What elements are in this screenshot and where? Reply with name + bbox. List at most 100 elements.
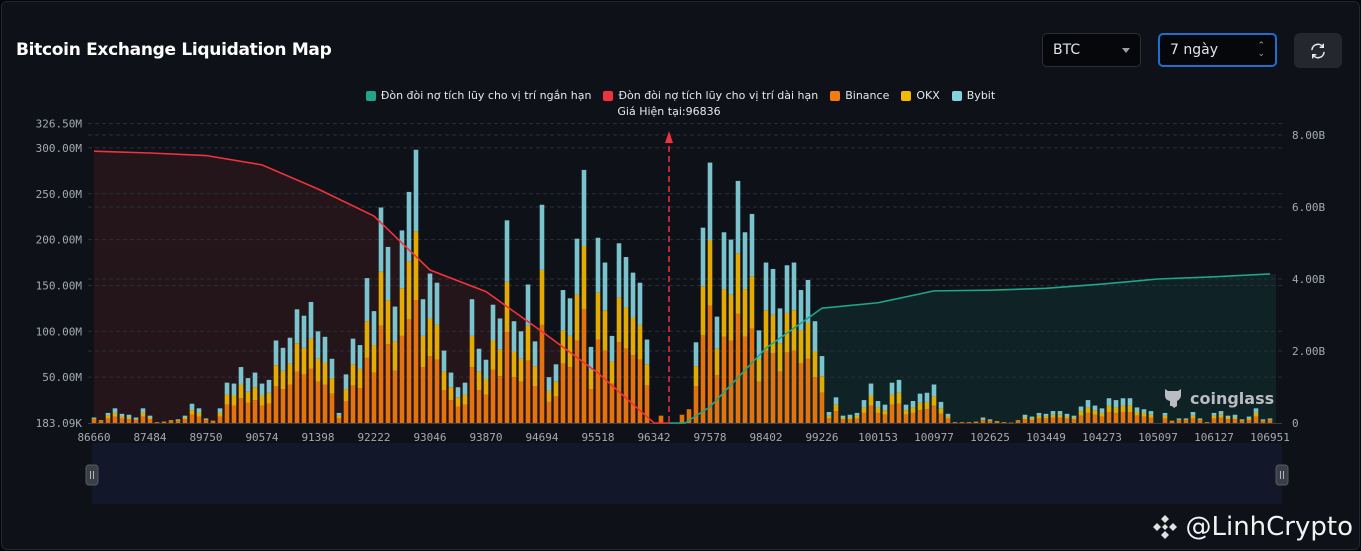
bar-okx	[273, 365, 279, 387]
bar-binance	[301, 374, 307, 423]
bar-binance	[1204, 422, 1210, 423]
bar-binance	[224, 404, 230, 423]
bar-binance	[560, 363, 566, 423]
bar-okx	[812, 351, 818, 378]
bar-binance	[889, 404, 895, 423]
bar-binance	[1127, 411, 1133, 423]
bar-bybit	[1029, 416, 1035, 419]
bar-binance	[98, 421, 104, 423]
bar-bybit	[1022, 414, 1028, 418]
bar-bybit	[126, 414, 132, 418]
binance-logo-icon	[1153, 515, 1178, 539]
bar-binance	[490, 369, 496, 423]
bar-binance	[1267, 420, 1273, 423]
bar-binance	[140, 416, 146, 423]
bar-binance	[602, 350, 608, 423]
navigator-left-handle[interactable]	[85, 464, 99, 486]
bar-binance	[1232, 419, 1238, 423]
bar-bybit	[336, 412, 342, 416]
bar-okx	[336, 415, 342, 419]
bar-bybit	[875, 400, 881, 408]
x-axis-tick: 86660	[77, 431, 110, 444]
bar-binance	[581, 309, 587, 423]
bar-bybit	[889, 382, 895, 395]
coinglass-logo-icon	[1165, 389, 1181, 408]
bar-binance	[511, 377, 517, 423]
x-axis-tick: 94694	[525, 431, 558, 444]
bar-bybit	[1246, 416, 1252, 419]
bar-bybit	[315, 331, 321, 359]
bar-okx	[1085, 407, 1091, 413]
bar-bybit	[770, 268, 776, 315]
bar-binance	[413, 300, 419, 423]
bar-okx	[1127, 405, 1133, 412]
bar-binance	[959, 422, 965, 423]
bar-binance	[168, 421, 174, 423]
bar-okx	[462, 394, 468, 405]
bar-binance	[546, 401, 552, 423]
bar-bybit	[301, 315, 307, 348]
bar-binance	[1225, 419, 1231, 423]
bar-binance	[1176, 420, 1182, 423]
bar-okx	[889, 394, 895, 405]
bar-okx	[231, 395, 237, 406]
bar-binance	[1106, 411, 1112, 423]
bar-binance	[308, 368, 314, 423]
bar-bybit	[1071, 415, 1077, 418]
bar-bybit	[553, 364, 559, 382]
bar-okx	[224, 394, 230, 405]
bar-okx	[350, 364, 356, 386]
bar-bybit	[917, 393, 923, 403]
bar-okx	[315, 358, 321, 382]
bar-binance	[322, 384, 328, 423]
left-axis-tick: 300.00M	[36, 142, 83, 155]
bar-bybit	[112, 408, 118, 413]
bar-binance	[861, 412, 867, 423]
bar-bybit	[1113, 400, 1119, 408]
bar-binance	[1113, 412, 1119, 423]
bar-okx	[217, 412, 223, 417]
bar-binance	[658, 415, 664, 423]
bar-bybit	[448, 372, 454, 388]
x-axis-tick: 102625	[970, 431, 1010, 444]
bar-bybit	[609, 335, 615, 362]
bar-okx	[322, 362, 328, 385]
bar-binance	[133, 420, 139, 423]
bar-bybit	[105, 412, 111, 416]
bar-binance	[1211, 418, 1217, 423]
bar-okx	[126, 417, 132, 420]
bar-binance	[784, 352, 790, 423]
bar-okx	[546, 390, 552, 402]
bar-okx	[637, 324, 643, 360]
bar-okx	[294, 343, 300, 372]
bar-okx	[371, 345, 377, 373]
bar-binance	[203, 420, 209, 423]
bar-bybit	[119, 413, 125, 417]
navigator-right-handle[interactable]	[1275, 464, 1289, 486]
bar-okx	[623, 307, 629, 349]
bar-binance	[1141, 416, 1147, 423]
bar-bybit	[434, 282, 440, 325]
bar-okx	[791, 310, 797, 351]
bar-okx	[882, 410, 888, 415]
bar-okx	[119, 416, 125, 419]
bar-okx	[308, 338, 314, 369]
bar-bybit	[182, 415, 188, 418]
bar-okx	[252, 387, 258, 401]
bar-okx	[490, 340, 496, 370]
bar-bybit	[1134, 407, 1140, 412]
bar-okx	[868, 395, 874, 406]
bar-okx	[1260, 420, 1266, 422]
bar-bybit	[1232, 414, 1238, 418]
left-axis-tick: 200.00M	[36, 234, 83, 247]
bar-okx	[112, 412, 118, 417]
bar-binance	[1008, 422, 1014, 424]
bar-okx	[245, 391, 251, 403]
bar-bybit	[1064, 413, 1070, 417]
bar-binance	[504, 332, 510, 423]
bar-binance	[399, 335, 405, 423]
author-handle: @LinhCrypto	[1185, 512, 1353, 542]
bar-okx	[1239, 420, 1245, 422]
bar-binance	[1029, 420, 1035, 423]
bar-bybit	[763, 262, 769, 311]
